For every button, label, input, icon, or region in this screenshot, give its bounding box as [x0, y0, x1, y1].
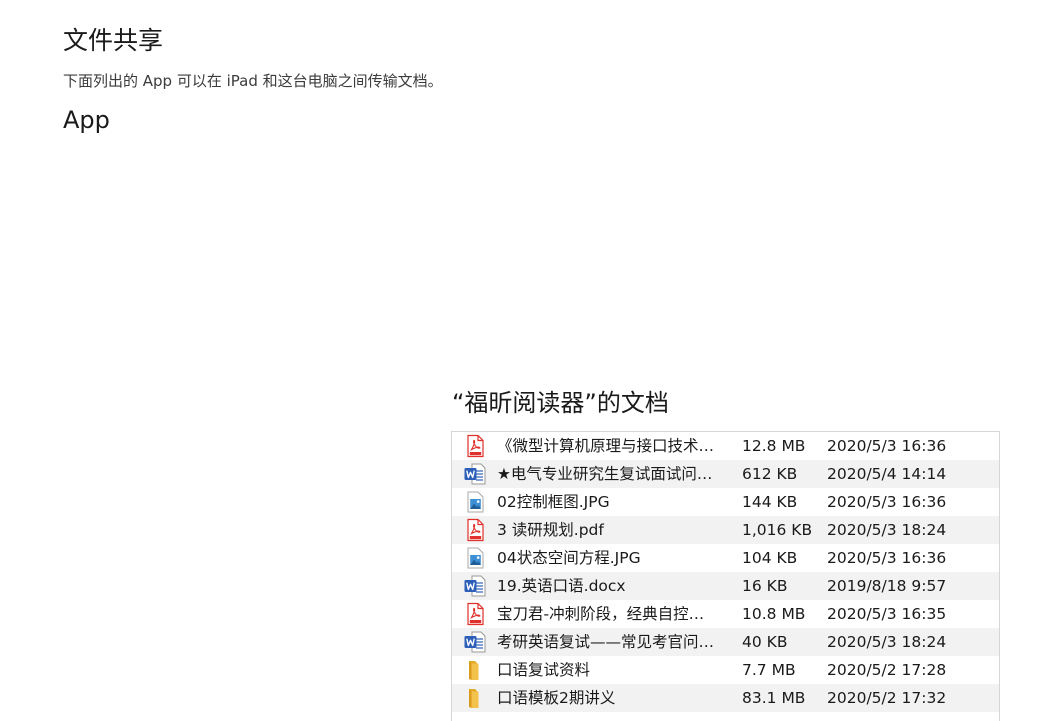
word-icon [463, 630, 487, 654]
file-row[interactable]: 宝刀君-冲刺阶段，经典自控… 10.8 MB 2020/5/3 16:35 [452, 600, 999, 628]
word-icon [463, 462, 487, 486]
file-row[interactable]: 考研英语复试——常见考官问… 40 KB 2020/5/3 18:24 [452, 628, 999, 656]
file-size: 12.8 MB [742, 437, 806, 455]
file-row[interactable]: 口语复试资料 7.7 MB 2020/5/2 17:28 [452, 656, 999, 684]
word-icon [463, 574, 487, 598]
file-date: 2020/5/3 16:35 [827, 605, 947, 623]
file-size: 16 KB [742, 577, 788, 595]
image-icon [463, 546, 487, 570]
file-name: 《微型计算机原理与接口技术… [497, 437, 715, 455]
file-row[interactable]: 04状态空间方程.JPG 104 KB 2020/5/3 16:36 [452, 544, 999, 572]
file-size: 612 KB [742, 465, 798, 483]
file-size: 1,016 KB [742, 521, 813, 539]
file-date: 2020/5/2 17:32 [827, 689, 947, 707]
pdf-icon [463, 602, 487, 626]
file-row[interactable]: 口语模板2期讲义 83.1 MB 2020/5/2 17:32 [452, 684, 999, 712]
file-date: 2020/5/4 14:14 [827, 465, 947, 483]
file-date: 2020/5/2 17:28 [827, 661, 947, 679]
file-name: 3 读研规划.pdf [497, 521, 604, 539]
file-date: 2019/8/18 9:57 [827, 577, 947, 595]
file-date: 2020/5/3 18:24 [827, 521, 947, 539]
file-date: 2020/5/3 16:36 [827, 549, 947, 567]
file-date: 2020/5/3 16:36 [827, 493, 947, 511]
file-size: 40 KB [742, 633, 788, 651]
apps-heading: App [63, 106, 110, 134]
file-name: ★电气专业研究生复试面试问… [497, 465, 713, 483]
file-name: 口语模板2期讲义 [497, 689, 616, 707]
file-date: 2020/5/3 16:36 [827, 437, 947, 455]
pdf-icon [463, 518, 487, 542]
documents-heading: “福昕阅读器”的文档 [452, 389, 669, 417]
file-date: 2020/5/3 18:24 [827, 633, 947, 651]
folder-icon [463, 658, 487, 682]
file-row[interactable]: 19.英语口语.docx 16 KB 2019/8/18 9:57 [452, 572, 999, 600]
image-icon [463, 490, 487, 514]
file-row[interactable]: 《微型计算机原理与接口技术… 12.8 MB 2020/5/3 16:36 [452, 432, 999, 460]
file-size: 10.8 MB [742, 605, 806, 623]
file-row[interactable]: 3 读研规划.pdf 1,016 KB 2020/5/3 18:24 [452, 516, 999, 544]
pdf-icon [463, 434, 487, 458]
file-name: 02控制框图.JPG [497, 493, 610, 511]
page-title: 文件共享 [63, 26, 164, 55]
file-row[interactable]: ★电气专业研究生复试面试问… 612 KB 2020/5/4 14:14 [452, 460, 999, 488]
file-size: 7.7 MB [742, 661, 796, 679]
app-list[interactable] [63, 145, 433, 695]
file-name: 考研英语复试——常见考官问… [497, 633, 715, 651]
file-size: 83.1 MB [742, 689, 806, 707]
file-name: 19.英语口语.docx [497, 577, 626, 595]
file-name: 口语复试资料 [497, 661, 591, 679]
file-size: 104 KB [742, 549, 798, 567]
file-list[interactable]: 《微型计算机原理与接口技术… 12.8 MB 2020/5/3 16:36 ★电… [451, 431, 1000, 721]
file-name: 04状态空间方程.JPG [497, 549, 641, 567]
file-name: 宝刀君-冲刺阶段，经典自控… [497, 605, 705, 623]
file-size: 144 KB [742, 493, 798, 511]
file-row[interactable]: 02控制框图.JPG 144 KB 2020/5/3 16:36 [452, 488, 999, 516]
page-description: 下面列出的 App 可以在 iPad 和这台电脑之间传输文档。 [63, 72, 443, 90]
folder-icon [463, 686, 487, 710]
